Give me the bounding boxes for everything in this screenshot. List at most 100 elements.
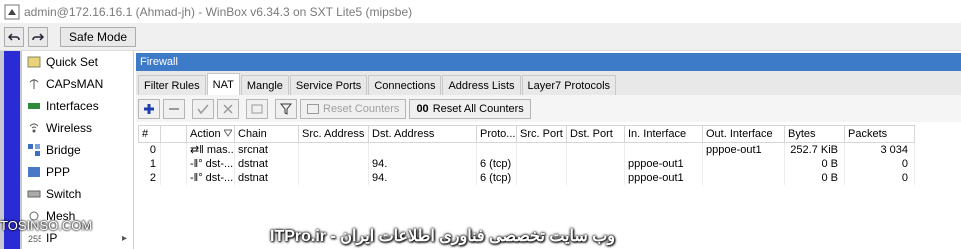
col-dst-address[interactable]: Dst. Address bbox=[368, 125, 477, 143]
row-protocol: 6 (tcp) bbox=[476, 156, 517, 171]
sidebar-item-capsman[interactable]: CAPsMAN bbox=[22, 73, 133, 95]
reset-all-counters-button[interactable]: 00 Reset All Counters bbox=[409, 98, 531, 119]
wireless-icon bbox=[26, 120, 42, 136]
row-dst-port bbox=[566, 142, 625, 157]
check-icon bbox=[197, 104, 209, 114]
capsman-icon bbox=[26, 76, 42, 92]
col-action[interactable]: Action bbox=[186, 125, 235, 143]
row-src-port bbox=[516, 170, 567, 185]
sidebar-item-label: Bridge bbox=[46, 143, 81, 157]
col-bytes[interactable]: Bytes bbox=[784, 125, 845, 143]
winbox-icon bbox=[4, 4, 20, 19]
table-row[interactable]: 1 -‖° dst-... dstnat 94. 6 (tcp) pppoe-o… bbox=[138, 156, 915, 171]
tab-address-lists[interactable]: Address Lists bbox=[442, 75, 521, 95]
dst-nat-icon: -‖° bbox=[190, 157, 206, 170]
row-out-interface: pppoe-out1 bbox=[702, 142, 785, 157]
row-dst-address bbox=[368, 142, 477, 157]
undo-icon bbox=[8, 32, 20, 41]
comment-icon bbox=[251, 104, 263, 113]
table-header-row: # Action Chain Src. Address Dst. Address… bbox=[138, 125, 915, 143]
sidebar-item-bridge[interactable]: Bridge bbox=[22, 139, 133, 161]
row-protocol bbox=[476, 142, 517, 157]
col-out-interface[interactable]: Out. Interface bbox=[702, 125, 785, 143]
redo-icon bbox=[32, 32, 44, 41]
tab-service-ports[interactable]: Service Ports bbox=[289, 75, 368, 95]
table-row[interactable]: 2 -‖° dst-... dstnat 94. 6 (tcp) pppoe-o… bbox=[138, 170, 915, 185]
sidebar-item-wireless[interactable]: Wireless bbox=[22, 117, 133, 139]
col-packets[interactable]: Packets bbox=[844, 125, 915, 143]
nat-rules-table: # Action Chain Src. Address Dst. Address… bbox=[138, 125, 915, 185]
cross-icon bbox=[223, 103, 233, 114]
submenu-caret-icon: ▸ bbox=[121, 232, 127, 244]
tab-connections[interactable]: Connections bbox=[368, 75, 442, 95]
reset-all-counters-label: Reset All Counters bbox=[432, 102, 524, 115]
row-flags bbox=[160, 170, 187, 185]
row-bytes: 0 B bbox=[784, 156, 845, 171]
row-number: 1 bbox=[138, 156, 161, 171]
tab-filter-rules[interactable]: Filter Rules bbox=[138, 75, 206, 95]
sidebar-item-interfaces[interactable]: Interfaces bbox=[22, 95, 133, 117]
row-src-port bbox=[516, 156, 567, 171]
row-in-interface: pppoe-out1 bbox=[624, 156, 703, 171]
masquerade-icon: ⇄‖ bbox=[190, 144, 207, 157]
sidebar-item-label: Switch bbox=[46, 187, 82, 201]
row-dst-port bbox=[566, 156, 625, 171]
redo-button[interactable] bbox=[28, 26, 48, 47]
tab-nat[interactable]: NAT bbox=[206, 73, 240, 95]
comment-button[interactable] bbox=[246, 98, 268, 119]
safe-mode-button[interactable]: Safe Mode bbox=[60, 26, 137, 47]
filter-icon bbox=[280, 103, 292, 115]
bridge-icon bbox=[26, 142, 42, 158]
disable-button[interactable] bbox=[217, 98, 239, 119]
sidebar-item-label: CAPsMAN bbox=[46, 77, 104, 91]
col-chain[interactable]: Chain bbox=[234, 125, 299, 143]
row-in-interface: pppoe-out1 bbox=[624, 170, 703, 185]
col-in-interface[interactable]: In. Interface bbox=[624, 125, 703, 143]
col-blank[interactable] bbox=[160, 125, 187, 143]
sidebar-item-label: PPP bbox=[46, 165, 71, 179]
minus-icon bbox=[169, 107, 179, 110]
row-packets: 0 bbox=[844, 170, 915, 185]
row-action: ⇄‖ mas... bbox=[186, 142, 235, 157]
remove-button[interactable] bbox=[163, 98, 185, 119]
sidebar-item-quick-set[interactable]: Quick Set bbox=[22, 51, 133, 73]
sidebar-item-label: IP bbox=[46, 231, 58, 245]
row-src-port bbox=[516, 142, 567, 157]
firewall-window: Firewall Filter Rules NAT Mangle Service… bbox=[136, 53, 961, 249]
row-packets: 3 034 bbox=[844, 142, 915, 157]
row-number: 2 bbox=[138, 170, 161, 185]
col-src-address[interactable]: Src. Address bbox=[298, 125, 369, 143]
row-bytes: 252.7 KiB bbox=[784, 142, 845, 157]
undo-button[interactable] bbox=[4, 26, 24, 47]
row-out-interface bbox=[702, 156, 785, 171]
sidebar-item-label: Interfaces bbox=[46, 99, 99, 113]
row-in-interface bbox=[624, 142, 703, 157]
row-out-interface bbox=[702, 170, 785, 185]
row-dst-port bbox=[566, 170, 625, 185]
row-chain: dstnat bbox=[234, 156, 299, 171]
ppp-icon bbox=[26, 164, 42, 180]
col-number[interactable]: # bbox=[138, 125, 161, 143]
row-action: -‖° dst-... bbox=[186, 170, 235, 185]
add-button[interactable] bbox=[138, 98, 160, 119]
sidebar-item-ppp[interactable]: PPP bbox=[22, 161, 133, 183]
enable-button[interactable] bbox=[192, 98, 214, 119]
tab-layer7-protocols[interactable]: Layer7 Protocols bbox=[521, 75, 617, 95]
sidebar-item-switch[interactable]: Switch bbox=[22, 183, 133, 205]
interfaces-icon bbox=[26, 98, 42, 114]
tab-mangle[interactable]: Mangle bbox=[240, 75, 289, 95]
col-protocol[interactable]: Proto... bbox=[476, 125, 517, 143]
quick-set-icon bbox=[26, 54, 42, 70]
plus-icon bbox=[144, 103, 154, 114]
reset-counters-button[interactable]: Reset Counters bbox=[300, 98, 407, 119]
switch-icon bbox=[26, 186, 42, 202]
col-src-port[interactable]: Src. Port bbox=[516, 125, 567, 143]
filter-button[interactable] bbox=[275, 98, 297, 119]
main-toolbar: Safe Mode bbox=[0, 23, 961, 51]
col-dst-port[interactable]: Dst. Port bbox=[566, 125, 625, 143]
sidebar-item-label: Wireless bbox=[46, 121, 93, 135]
window-title: admin@172.16.16.1 (Ahmad-jh) - WinBox v6… bbox=[24, 4, 413, 19]
row-packets: 0 bbox=[844, 156, 915, 171]
table-row[interactable]: 0 ⇄‖ mas... srcnat pppoe-out1 252.7 KiB … bbox=[138, 142, 915, 157]
row-number: 0 bbox=[138, 142, 161, 157]
